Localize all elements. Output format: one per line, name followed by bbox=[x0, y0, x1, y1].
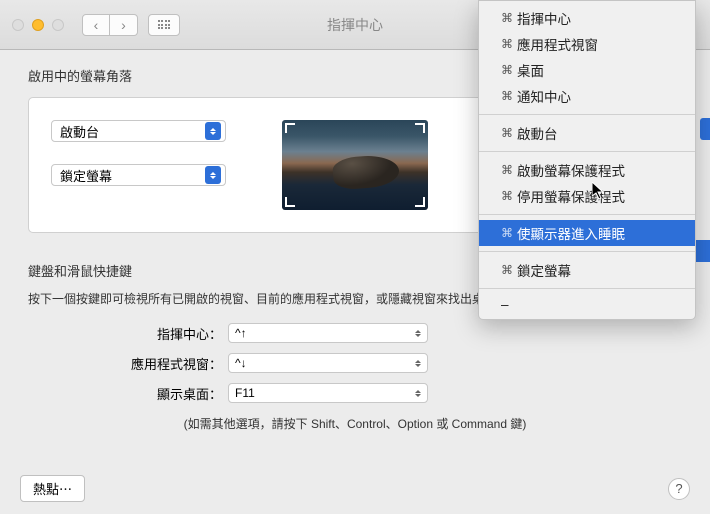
menu-item-label: 使顯示器進入睡眠 bbox=[517, 223, 625, 243]
menu-separator bbox=[479, 288, 695, 289]
command-icon: ⌘ bbox=[501, 63, 513, 77]
top-left-corner-dropdown[interactable]: 啟動台 bbox=[51, 120, 226, 142]
updown-arrows-icon bbox=[415, 360, 421, 367]
corner-marker-icon bbox=[285, 193, 299, 207]
dropdown-value: 啟動台 bbox=[60, 122, 99, 141]
corner-marker-icon bbox=[285, 123, 299, 137]
traffic-lights bbox=[12, 19, 64, 31]
forward-button[interactable]: › bbox=[110, 14, 138, 36]
show-all-button[interactable] bbox=[148, 14, 180, 36]
command-icon: ⌘ bbox=[501, 163, 513, 177]
menu-separator bbox=[479, 214, 695, 215]
window-title: 指揮中心 bbox=[327, 15, 383, 35]
help-icon: ? bbox=[675, 481, 682, 496]
desktop-preview-image bbox=[282, 120, 428, 210]
back-button[interactable]: ‹ bbox=[82, 14, 110, 36]
grid-icon bbox=[158, 20, 171, 29]
menu-item-mission-control[interactable]: ⌘ 指揮中心 bbox=[479, 5, 695, 31]
menu-item-label: 應用程式視窗 bbox=[517, 34, 598, 54]
menu-item-lock-screen[interactable]: ⌘ 鎖定螢幕 bbox=[479, 257, 695, 283]
menu-item-notification-center[interactable]: ⌘ 通知中心 bbox=[479, 83, 695, 109]
corner-marker-icon bbox=[411, 123, 425, 137]
command-icon: ⌘ bbox=[501, 37, 513, 51]
hot-corners-button[interactable]: 熱點⋯ bbox=[20, 475, 85, 502]
close-window-button[interactable] bbox=[12, 19, 24, 31]
menu-item-label: 停用螢幕保護程式 bbox=[517, 186, 625, 206]
menu-item-none[interactable]: – bbox=[479, 294, 695, 315]
corner-marker-icon bbox=[411, 193, 425, 207]
show-desktop-shortcut-select[interactable]: F11 bbox=[228, 383, 428, 403]
bottom-left-corner-dropdown[interactable]: 鎖定螢幕 bbox=[51, 164, 226, 186]
command-icon: ⌘ bbox=[501, 263, 513, 277]
screen-preview bbox=[244, 120, 466, 210]
menu-item-label: 鎖定螢幕 bbox=[517, 260, 571, 280]
menu-item-desktop[interactable]: ⌘ 桌面 bbox=[479, 57, 695, 83]
command-icon: ⌘ bbox=[501, 226, 513, 240]
menu-item-app-windows[interactable]: ⌘ 應用程式視窗 bbox=[479, 31, 695, 57]
command-icon: ⌘ bbox=[501, 126, 513, 140]
updown-arrows-icon bbox=[205, 122, 221, 140]
menu-item-label: 啟動螢幕保護程式 bbox=[517, 160, 625, 180]
menu-item-label: 桌面 bbox=[517, 60, 544, 80]
command-icon: ⌘ bbox=[501, 189, 513, 203]
minimize-window-button[interactable] bbox=[32, 19, 44, 31]
menu-item-label: 通知中心 bbox=[517, 86, 571, 106]
dropdown-edge-icon bbox=[700, 118, 710, 140]
updown-arrows-icon bbox=[415, 330, 421, 337]
keyboard-hint: (如需其他選項，請按下 Shift、Control、Option 或 Comma… bbox=[28, 415, 682, 432]
help-button[interactable]: ? bbox=[668, 478, 690, 500]
command-icon: ⌘ bbox=[501, 11, 513, 25]
menu-item-start-screensaver[interactable]: ⌘ 啟動螢幕保護程式 bbox=[479, 157, 695, 183]
select-value: ^↑ bbox=[235, 326, 247, 340]
dropdown-value: 鎖定螢幕 bbox=[60, 166, 112, 185]
chevron-right-icon: › bbox=[121, 17, 126, 33]
menu-item-label: 指揮中心 bbox=[517, 8, 571, 28]
menu-separator bbox=[479, 114, 695, 115]
corner-action-menu: ⌘ 指揮中心 ⌘ 應用程式視窗 ⌘ 桌面 ⌘ 通知中心 ⌘ 啟動台 ⌘ 啟動螢幕保護程式 ⌘… bbox=[478, 0, 696, 320]
command-icon: ⌘ bbox=[501, 89, 513, 103]
select-value: F11 bbox=[235, 386, 255, 400]
menu-item-label: – bbox=[501, 297, 509, 312]
nav-buttons: ‹ › bbox=[82, 14, 138, 36]
menu-separator bbox=[479, 151, 695, 152]
menu-separator bbox=[479, 251, 695, 252]
chevron-left-icon: ‹ bbox=[94, 17, 99, 33]
show-desktop-label: 顯示桌面： bbox=[28, 384, 228, 403]
zoom-window-button[interactable] bbox=[52, 19, 64, 31]
mission-control-label: 指揮中心： bbox=[28, 324, 228, 343]
footer: 熱點⋯ ? bbox=[20, 475, 690, 502]
select-value: ^↓ bbox=[235, 356, 247, 370]
menu-item-label: 啟動台 bbox=[517, 123, 558, 143]
menu-item-disable-screensaver[interactable]: ⌘ 停用螢幕保護程式 bbox=[479, 183, 695, 209]
updown-arrows-icon bbox=[205, 166, 221, 184]
menu-item-display-sleep[interactable]: ⌘ 使顯示器進入睡眠 bbox=[479, 220, 695, 246]
app-windows-shortcut-select[interactable]: ^↓ bbox=[228, 353, 428, 373]
menu-item-launchpad[interactable]: ⌘ 啟動台 bbox=[479, 120, 695, 146]
updown-arrows-icon bbox=[415, 390, 421, 397]
mission-control-shortcut-select[interactable]: ^↑ bbox=[228, 323, 428, 343]
app-windows-label: 應用程式視窗： bbox=[28, 354, 228, 373]
